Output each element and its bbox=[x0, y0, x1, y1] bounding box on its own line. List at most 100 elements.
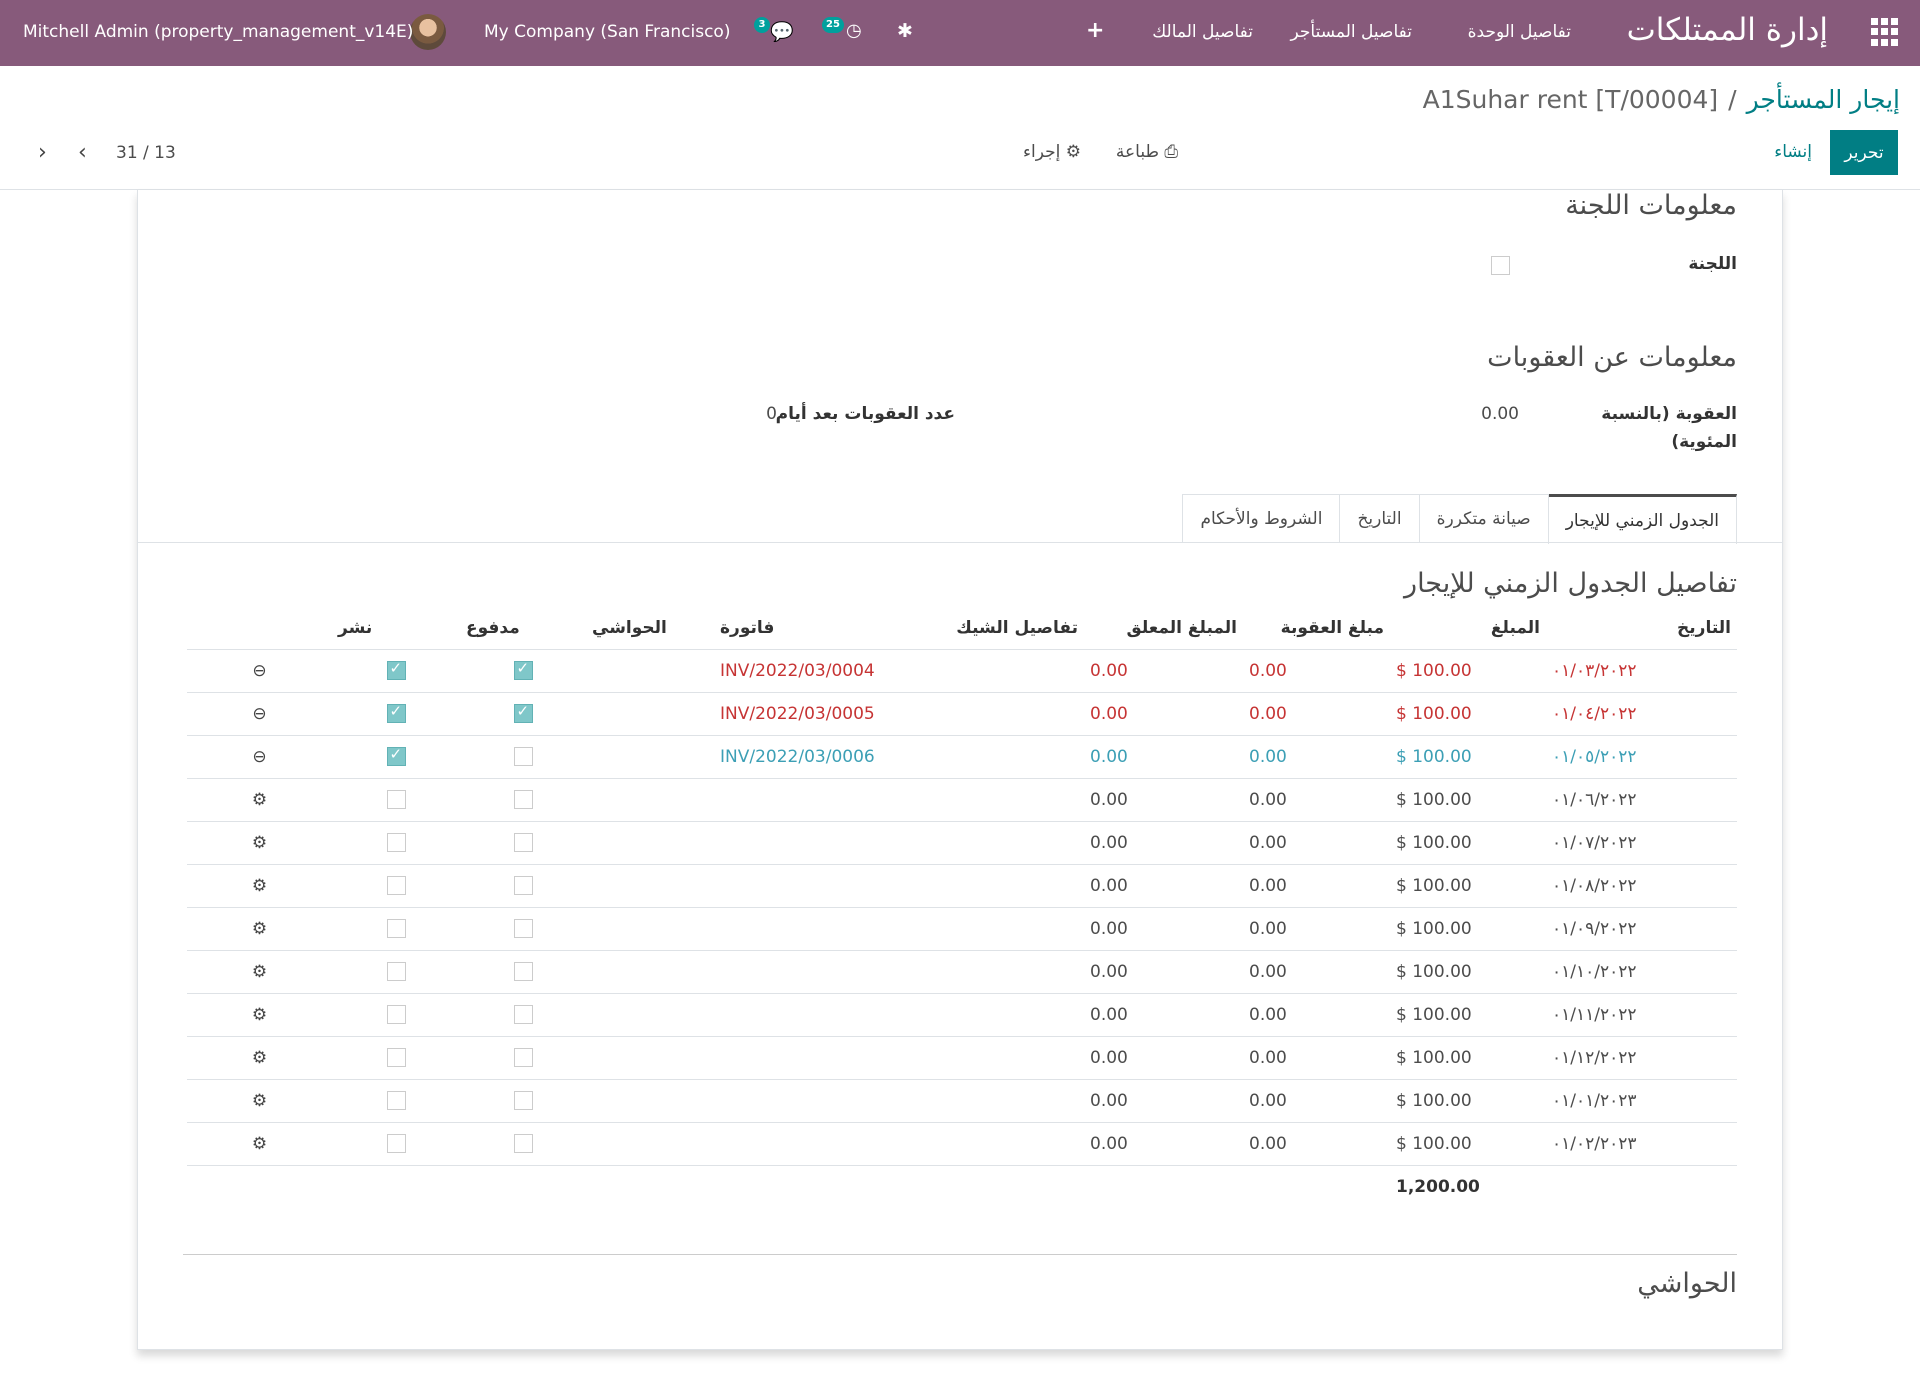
avatar[interactable] bbox=[410, 14, 446, 50]
apps-menu-icon[interactable] bbox=[1870, 18, 1898, 46]
penalty-percent-value[interactable]: 0.00 bbox=[1481, 404, 1519, 424]
row-penalty: 0.00 bbox=[1243, 1079, 1390, 1123]
paid-checkbox[interactable] bbox=[513, 876, 533, 895]
chat-icon[interactable]: 💬 bbox=[770, 20, 794, 43]
table-row[interactable]: ٠١/٠٣/٢٠٢٢ 100.00 $0.00 0.00 INV/2022/03/00… bbox=[187, 649, 1737, 693]
posted-checkbox[interactable] bbox=[386, 1134, 406, 1153]
arrow-circle-icon[interactable]: ⊖ bbox=[252, 747, 266, 767]
paid-checkbox[interactable] bbox=[513, 1134, 533, 1153]
paid-checkbox[interactable] bbox=[513, 833, 533, 852]
table-row[interactable]: ٠١/٠١/٢٠٢٣ 100.00 $0.00 0.00 ⚙ bbox=[187, 1079, 1737, 1123]
paid-checkbox[interactable] bbox=[513, 962, 533, 981]
arrow-circle-icon[interactable]: ⊖ bbox=[252, 704, 266, 724]
tab-rent-schedule[interactable]: الجدول الزمني للإيجار bbox=[1547, 494, 1737, 544]
plus-icon[interactable]: + bbox=[1086, 18, 1104, 43]
row-notes bbox=[586, 649, 714, 693]
col-notes[interactable]: الحواشي bbox=[586, 607, 714, 650]
gear-icon[interactable]: ⚙ bbox=[252, 790, 267, 810]
action-button[interactable]: ⚙ إجراء bbox=[1023, 142, 1081, 162]
print-button[interactable]: ⎙ طباعة bbox=[1116, 142, 1178, 162]
posted-checkbox[interactable] bbox=[386, 745, 406, 766]
paid-checkbox[interactable] bbox=[513, 702, 533, 723]
gear-icon[interactable]: ⚙ bbox=[252, 833, 267, 853]
gear-icon[interactable]: ⚙ bbox=[252, 876, 267, 896]
col-date[interactable]: التاريخ bbox=[1546, 607, 1737, 650]
tab-terms[interactable]: الشروط والأحكام bbox=[1182, 494, 1341, 543]
paid-checkbox[interactable] bbox=[513, 1048, 533, 1067]
table-row[interactable]: ٠١/٠٨/٢٠٢٢ 100.00 $0.00 0.00 ⚙ bbox=[187, 864, 1737, 908]
create-button[interactable]: إنشاء bbox=[1774, 142, 1812, 162]
col-paid[interactable]: مدفوع bbox=[460, 607, 586, 650]
menu-tenant-details[interactable]: تفاصيل المستأجر bbox=[1291, 22, 1412, 42]
control-panel: إيجار المستأجر / A1Suhar rent [T/00004] تح… bbox=[0, 66, 1920, 190]
col-cheque[interactable]: تفاصيل الشيك bbox=[928, 607, 1084, 650]
gear-icon[interactable]: ⚙ bbox=[252, 1091, 267, 1111]
posted-checkbox[interactable] bbox=[386, 659, 406, 680]
user-menu[interactable]: Mitchell Admin (property_management_v14E… bbox=[23, 22, 413, 42]
gear-icon[interactable]: ⚙ bbox=[252, 919, 267, 939]
posted-checkbox[interactable] bbox=[386, 962, 406, 981]
row-notes bbox=[586, 692, 714, 736]
gear-icon[interactable]: ⚙ bbox=[252, 1134, 267, 1154]
table-row[interactable]: ٠١/٠٤/٢٠٢٢ 100.00 $0.00 0.00 INV/2022/03/00… bbox=[187, 692, 1737, 736]
company-switcher[interactable]: My Company (San Francisco) bbox=[484, 22, 730, 42]
table-row[interactable]: ٠١/٠٥/٢٠٢٢ 100.00 $0.00 0.00 INV/2022/03/00… bbox=[187, 735, 1737, 779]
posted-checkbox[interactable] bbox=[386, 919, 406, 938]
clock-icon[interactable]: ◷ bbox=[846, 20, 862, 41]
paid-checkbox[interactable] bbox=[513, 1091, 533, 1110]
table-row[interactable]: ٠١/١١/٢٠٢٢ 100.00 $0.00 0.00 ⚙ bbox=[187, 993, 1737, 1037]
row-notes bbox=[586, 950, 714, 994]
paid-checkbox[interactable] bbox=[513, 747, 533, 766]
posted-checkbox[interactable] bbox=[386, 1091, 406, 1110]
table-row[interactable]: ٠١/٠٢/٢٠٢٣ 100.00 $0.00 0.00 ⚙ bbox=[187, 1122, 1737, 1166]
row-invoice bbox=[714, 907, 928, 951]
gear-icon[interactable]: ⚙ bbox=[252, 962, 267, 982]
pager-value[interactable]: 31 / 13 bbox=[116, 143, 176, 163]
pager-previous-icon[interactable]: ‹ bbox=[38, 140, 47, 165]
table-row[interactable]: ٠١/١٠/٢٠٢٢ 100.00 $0.00 0.00 ⚙ bbox=[187, 950, 1737, 994]
col-pending[interactable]: المبلغ المعلق bbox=[1084, 607, 1243, 650]
col-invoice[interactable]: فاتورة bbox=[714, 607, 928, 650]
bug-icon[interactable]: ✱ bbox=[897, 20, 913, 42]
tab-history[interactable]: التاريخ bbox=[1339, 494, 1420, 543]
breadcrumb: إيجار المستأجر / A1Suhar rent [T/00004] bbox=[1423, 85, 1900, 114]
breadcrumb-parent[interactable]: إيجار المستأجر bbox=[1747, 85, 1900, 114]
arrow-circle-icon[interactable]: ⊖ bbox=[252, 661, 266, 681]
row-date: ٠١/٠٨/٢٠٢٢ bbox=[1546, 864, 1737, 908]
table-row[interactable]: ٠١/١٢/٢٠٢٢ 100.00 $0.00 0.00 ⚙ bbox=[187, 1036, 1737, 1080]
paid-checkbox[interactable] bbox=[513, 919, 533, 938]
pager-next-icon[interactable]: › bbox=[78, 140, 87, 165]
paid-checkbox[interactable] bbox=[513, 1005, 533, 1024]
table-row[interactable]: ٠١/٠٦/٢٠٢٢ 100.00 $0.00 0.00 ⚙ bbox=[187, 778, 1737, 822]
table-row[interactable]: ٠١/٠٧/٢٠٢٢ 100.00 $0.00 0.00 ⚙ bbox=[187, 821, 1737, 865]
menu-owner-details[interactable]: تفاصيل المالك bbox=[1152, 22, 1253, 42]
posted-checkbox[interactable] bbox=[386, 702, 406, 723]
posted-checkbox[interactable] bbox=[386, 1005, 406, 1024]
paid-checkbox[interactable] bbox=[513, 790, 533, 809]
app-brand[interactable]: إدارة الممتلكات bbox=[1627, 12, 1828, 48]
committee-checkbox[interactable] bbox=[1491, 256, 1510, 275]
posted-checkbox[interactable] bbox=[386, 833, 406, 852]
menu-unit-details[interactable]: تفاصيل الوحدة bbox=[1468, 22, 1571, 42]
col-posted[interactable]: نشر bbox=[332, 607, 460, 650]
penalty-days-value[interactable]: 0 bbox=[766, 404, 777, 424]
row-pending: 0.00 bbox=[1084, 993, 1243, 1037]
row-pending: 0.00 bbox=[1084, 692, 1243, 736]
row-penalty: 0.00 bbox=[1243, 735, 1390, 779]
tab-recurring-maintenance[interactable]: صيانة متكررة bbox=[1418, 494, 1549, 543]
posted-checkbox[interactable] bbox=[386, 790, 406, 809]
gear-icon[interactable]: ⚙ bbox=[252, 1005, 267, 1025]
row-cheque bbox=[928, 1036, 1084, 1080]
committee-title: معلومات اللجنة bbox=[1565, 190, 1737, 221]
table-row[interactable]: ٠١/٠٩/٢٠٢٢ 100.00 $0.00 0.00 ⚙ bbox=[187, 907, 1737, 951]
gear-icon[interactable]: ⚙ bbox=[252, 1048, 267, 1068]
col-penalty[interactable]: مبلغ العقوبة bbox=[1243, 607, 1390, 650]
row-pending: 0.00 bbox=[1084, 1036, 1243, 1080]
col-amount[interactable]: المبلغ bbox=[1390, 607, 1546, 650]
posted-checkbox[interactable] bbox=[386, 1048, 406, 1067]
edit-button[interactable]: تحرير bbox=[1830, 130, 1898, 175]
row-cheque bbox=[928, 649, 1084, 693]
posted-checkbox[interactable] bbox=[386, 876, 406, 895]
paid-checkbox[interactable] bbox=[513, 659, 533, 680]
notes-divider bbox=[183, 1254, 1737, 1255]
